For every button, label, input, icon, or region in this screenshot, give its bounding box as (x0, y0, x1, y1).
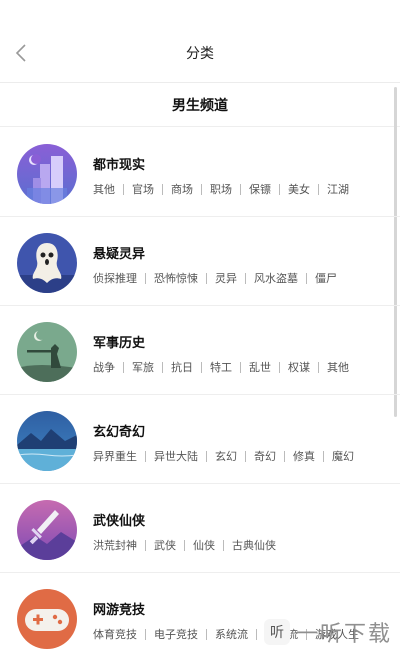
tag[interactable]: 美女 (288, 181, 310, 197)
divider (145, 272, 146, 284)
category-name: 玄幻奇幻 (93, 425, 146, 440)
divider (206, 628, 207, 640)
tag[interactable]: 灵异 (215, 270, 237, 286)
category-item-military[interactable]: 军事历史 战争 军旅 抗日 特工 乱世 权谋 其他 (0, 306, 400, 395)
tag[interactable]: 电子竞技 (154, 626, 198, 642)
tag[interactable]: 恐怖惊悚 (154, 270, 198, 286)
divider (279, 361, 280, 373)
sword-icon (17, 500, 77, 560)
city-icon (17, 144, 77, 204)
watermark: 听 一听下载 (263, 616, 392, 648)
divider (256, 628, 257, 640)
tag-list: 其他 官场 商场 职场 保镖 美女 江湖 (93, 181, 349, 197)
tag-list: 洪荒封神 武侠 仙侠 古典仙侠 (93, 537, 276, 553)
divider (162, 183, 163, 195)
tag[interactable]: 军旅 (132, 359, 154, 375)
tag[interactable]: 侦探推理 (93, 270, 137, 286)
category-item-mystery[interactable]: 悬疑灵异 侦探推理 恐怖惊悚 灵异 风水盗墓 僵尸 (0, 217, 400, 306)
divider (306, 272, 307, 284)
category-item-fantasy[interactable]: 玄幻奇幻 异界重生 异世大陆 玄幻 奇幻 修真 魔幻 (0, 395, 400, 484)
top-bar: 分类 (0, 0, 400, 80)
section-title: 男生频道 (0, 83, 400, 127)
divider (284, 450, 285, 462)
landscape-icon (17, 411, 77, 471)
soldier-icon (17, 322, 77, 382)
divider (240, 183, 241, 195)
category-panel: 男生频道 都市现实 其他 官场 商场 职场 保镖 美女 江湖 悬疑灵异 侦探推理… (0, 82, 400, 656)
tag[interactable]: 古典仙侠 (232, 537, 276, 553)
tag[interactable]: 风水盗墓 (254, 270, 298, 286)
tag[interactable]: 商场 (171, 181, 193, 197)
category-name: 网游竞技 (93, 603, 146, 618)
tag[interactable]: 体育竞技 (93, 626, 137, 642)
divider (123, 361, 124, 373)
divider (162, 361, 163, 373)
divider (223, 539, 224, 551)
tag[interactable]: 特工 (210, 359, 232, 375)
tag[interactable]: 奇幻 (254, 448, 276, 464)
divider (145, 450, 146, 462)
tag[interactable]: 仙侠 (193, 537, 215, 553)
watermark-text: 一听下载 (295, 622, 392, 647)
category-list: 都市现实 其他 官场 商场 职场 保镖 美女 江湖 悬疑灵异 侦探推理 恐怖惊悚… (0, 128, 400, 656)
tag[interactable]: 战争 (93, 359, 115, 375)
divider (201, 361, 202, 373)
watermark-logo: 听 (263, 619, 290, 645)
divider (318, 183, 319, 195)
category-item-urban[interactable]: 都市现实 其他 官场 商场 职场 保镖 美女 江湖 (0, 128, 400, 217)
divider (145, 539, 146, 551)
gamepad-icon (17, 589, 77, 649)
tag[interactable]: 玄幻 (215, 448, 237, 464)
tag[interactable]: 洪荒封神 (93, 537, 137, 553)
divider (245, 450, 246, 462)
divider (323, 450, 324, 462)
tag-list: 异界重生 异世大陆 玄幻 奇幻 修真 魔幻 (93, 448, 354, 464)
divider (201, 183, 202, 195)
divider (318, 361, 319, 373)
divider (206, 450, 207, 462)
divider (245, 272, 246, 284)
category-name: 悬疑灵异 (93, 247, 146, 262)
tag[interactable]: 职场 (210, 181, 232, 197)
divider (123, 183, 124, 195)
tag[interactable]: 权谋 (288, 359, 310, 375)
ghost-icon (17, 233, 77, 293)
divider (145, 628, 146, 640)
divider (240, 361, 241, 373)
tag[interactable]: 抗日 (171, 359, 193, 375)
tag[interactable]: 异世大陆 (154, 448, 198, 464)
tag[interactable]: 僵尸 (315, 270, 337, 286)
tag-list: 战争 军旅 抗日 特工 乱世 权谋 其他 (93, 359, 349, 375)
tag[interactable]: 武侠 (154, 537, 176, 553)
category-name: 武侠仙侠 (93, 514, 146, 529)
tag[interactable]: 其他 (93, 181, 115, 197)
tag[interactable]: 系统流 (215, 626, 248, 642)
category-item-wuxia[interactable]: 武侠仙侠 洪荒封神 武侠 仙侠 古典仙侠 (0, 484, 400, 573)
tag[interactable]: 保镖 (249, 181, 271, 197)
category-name: 军事历史 (93, 336, 146, 351)
divider (184, 539, 185, 551)
tag[interactable]: 修真 (293, 448, 315, 464)
tag[interactable]: 官场 (132, 181, 154, 197)
tag[interactable]: 其他 (327, 359, 349, 375)
tag[interactable]: 异界重生 (93, 448, 137, 464)
tag[interactable]: 乱世 (249, 359, 271, 375)
category-name: 都市现实 (93, 158, 146, 173)
tag[interactable]: 江湖 (327, 181, 349, 197)
page-title: 分类 (186, 46, 214, 62)
divider (206, 272, 207, 284)
tag[interactable]: 魔幻 (332, 448, 354, 464)
divider (279, 183, 280, 195)
tag-list: 侦探推理 恐怖惊悚 灵异 风水盗墓 僵尸 (93, 270, 337, 286)
